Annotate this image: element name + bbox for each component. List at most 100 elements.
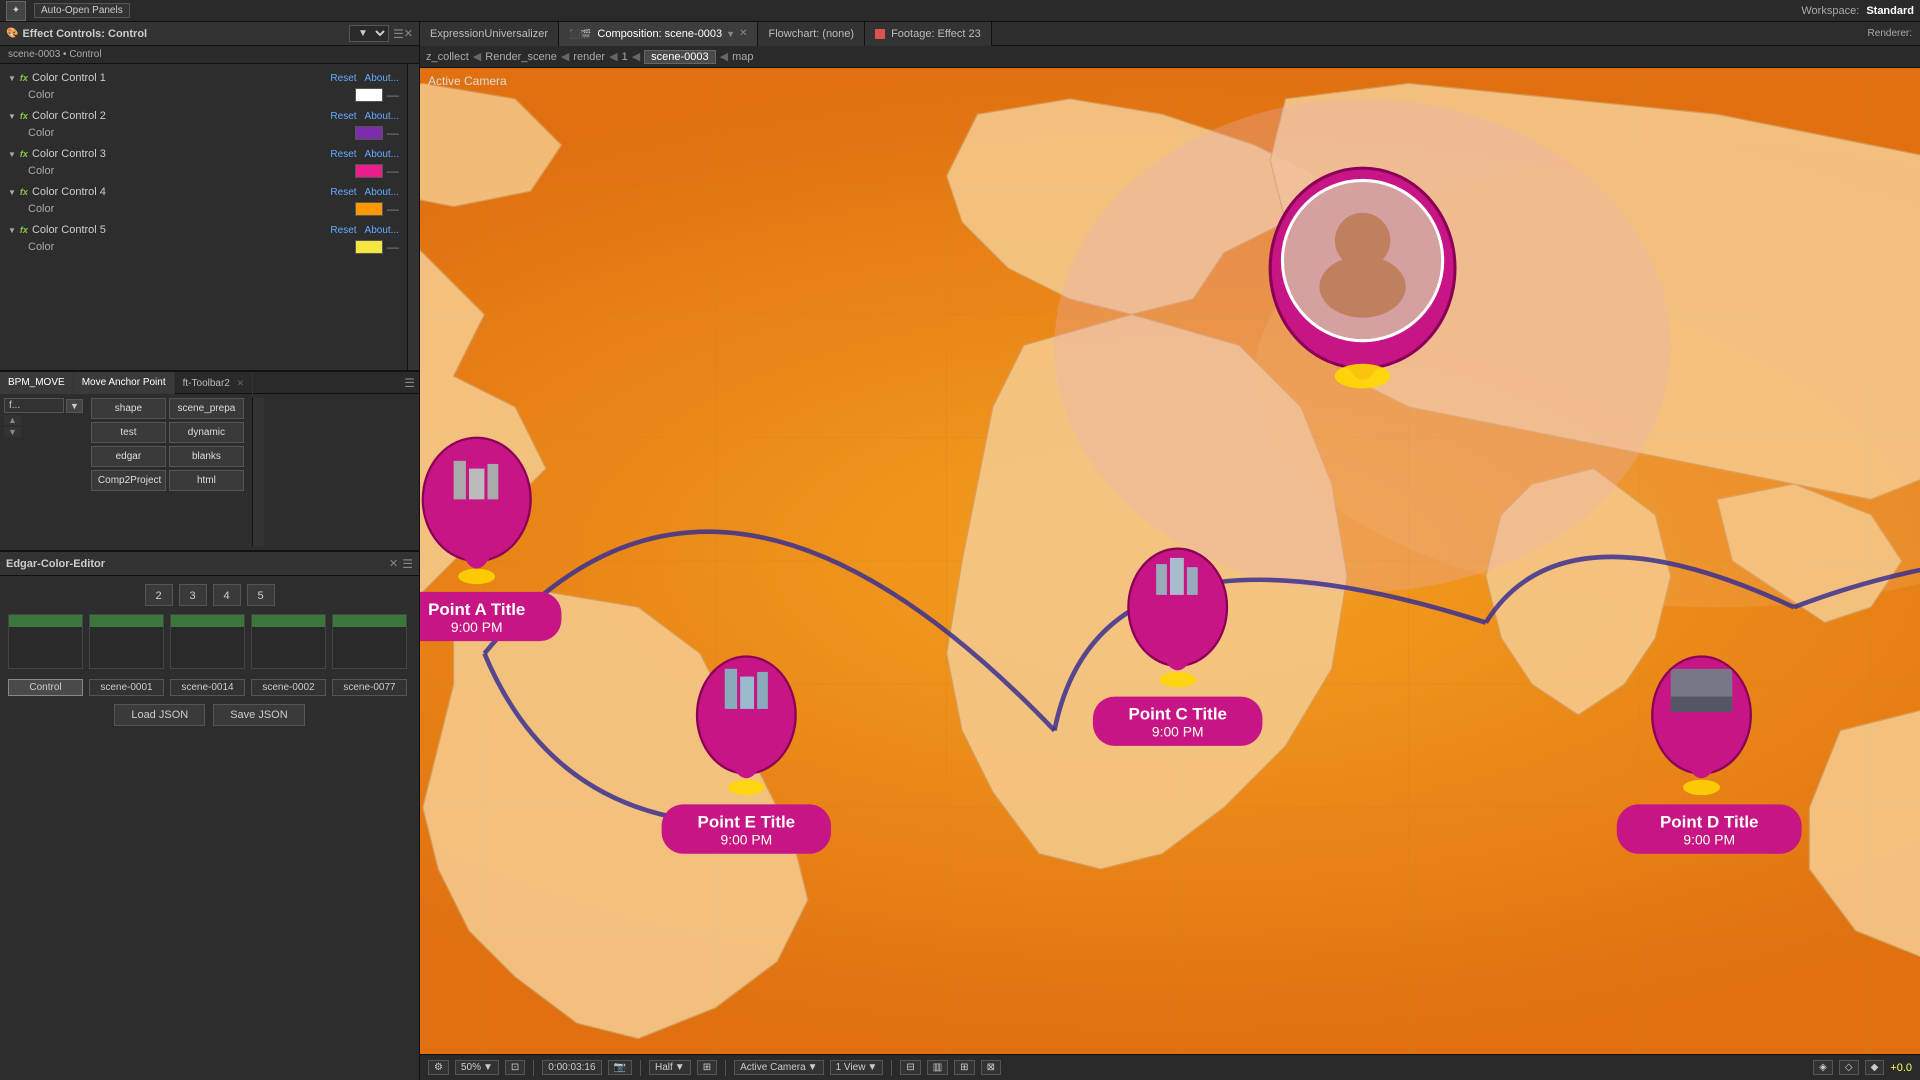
- about-btn-2[interactable]: About...: [365, 111, 399, 122]
- mask-btn[interactable]: ⊠: [981, 1060, 1001, 1075]
- about-btn-4[interactable]: About...: [365, 187, 399, 198]
- tab-comp-close[interactable]: ✕: [739, 22, 747, 46]
- tool-btn-comp2project[interactable]: Comp2Project: [91, 470, 166, 491]
- toolbar-scrollbar[interactable]: [252, 398, 264, 546]
- tab-footage[interactable]: Footage: Effect 23: [865, 22, 992, 46]
- scroll-down-arrow[interactable]: ▼: [4, 427, 21, 437]
- breadcrumb-render[interactable]: render: [573, 51, 605, 63]
- edgar-close-btn[interactable]: ✕: [389, 557, 398, 570]
- tab-bpm-move[interactable]: BPM_MOVE: [0, 372, 74, 394]
- scene-label-control[interactable]: Control: [8, 679, 83, 696]
- tool-btn-dynamic[interactable]: dynamic: [169, 422, 244, 443]
- color-swatch-4[interactable]: [355, 202, 383, 216]
- scene-thumb-control[interactable]: [8, 614, 83, 669]
- render-btn[interactable]: ▥: [927, 1060, 948, 1075]
- tool-btn-test[interactable]: test: [91, 422, 166, 443]
- color-control-5-header[interactable]: ▼ fx Color Control 5 Reset About...: [0, 222, 407, 238]
- draft-mode-btn[interactable]: ◇: [1839, 1060, 1859, 1075]
- color-control-3-header[interactable]: ▼ fx Color Control 3 Reset About...: [0, 146, 407, 162]
- color-dash-5[interactable]: —: [387, 240, 399, 254]
- color-control-2-header[interactable]: ▼ fx Color Control 2 Reset About...: [0, 108, 407, 124]
- color-row-2: Color —: [0, 124, 407, 142]
- scroll-up-arrow[interactable]: ▲: [4, 415, 21, 425]
- fit-frame-btn[interactable]: ⊡: [505, 1060, 525, 1075]
- panel-menu-icon[interactable]: ☰: [393, 27, 404, 41]
- color-swatch-3[interactable]: [355, 164, 383, 178]
- reset-btn-2[interactable]: Reset: [330, 111, 356, 122]
- breadcrumb-render-scene[interactable]: Render_scene: [485, 51, 557, 63]
- toolbar-menu-icon[interactable]: ☰: [404, 376, 415, 390]
- breadcrumb-scene-0003[interactable]: scene-0003: [644, 50, 716, 64]
- resolution-btn[interactable]: ⊞: [697, 1060, 717, 1075]
- about-btn-1[interactable]: About...: [365, 73, 399, 84]
- composition-tabs-row: ExpressionUniversalizer ⬛🎬 Composition: …: [420, 22, 1920, 46]
- tool-btn-edgar[interactable]: edgar: [91, 446, 166, 467]
- about-btn-5[interactable]: About...: [365, 225, 399, 236]
- camera-btn[interactable]: 📷: [608, 1060, 632, 1075]
- tool-btn-shape[interactable]: shape: [91, 398, 166, 419]
- quality-select-btn[interactable]: Half ▼: [649, 1060, 691, 1075]
- view-count-btn[interactable]: 1 View ▼: [830, 1060, 884, 1075]
- scene-thumb-0002[interactable]: [251, 614, 326, 669]
- active-camera-select-btn[interactable]: Active Camera ▼: [734, 1060, 823, 1075]
- load-json-btn[interactable]: Load JSON: [114, 704, 205, 726]
- comp-settings-btn[interactable]: ⚙: [428, 1060, 449, 1075]
- panel-close-btn[interactable]: ✕: [404, 27, 413, 40]
- scene-thumb-0001[interactable]: [89, 614, 164, 669]
- reset-btn-4[interactable]: Reset: [330, 187, 356, 198]
- breadcrumb-z-collect[interactable]: z_collect: [426, 51, 469, 63]
- toolbar-filter-dropdown-btn[interactable]: ▼: [66, 399, 83, 413]
- save-json-btn[interactable]: Save JSON: [213, 704, 304, 726]
- breadcrumb-1[interactable]: 1: [622, 51, 628, 63]
- color-swatch-2[interactable]: [355, 126, 383, 140]
- breadcrumb-map[interactable]: map: [732, 51, 753, 63]
- timecode-btn[interactable]: 0:00:03:16: [542, 1060, 601, 1075]
- scene-label-0014[interactable]: scene-0014: [170, 679, 245, 696]
- 3d-mode-btn[interactable]: ◆: [1865, 1060, 1885, 1075]
- color-row-1: Color —: [0, 86, 407, 104]
- color-control-4-header[interactable]: ▼ fx Color Control 4 Reset About...: [0, 184, 407, 200]
- reset-btn-3[interactable]: Reset: [330, 149, 356, 160]
- transfer-mode-btn[interactable]: ⊟: [900, 1060, 920, 1075]
- effect-controls-scrollbar[interactable]: [407, 64, 419, 370]
- page-btn-4[interactable]: 4: [213, 584, 241, 606]
- color-dash-3[interactable]: —: [387, 164, 399, 178]
- scene-thumb-0014[interactable]: [170, 614, 245, 669]
- page-btn-2[interactable]: 2: [145, 584, 173, 606]
- grid-btn[interactable]: ⊞: [954, 1060, 974, 1075]
- page-btn-5[interactable]: 5: [247, 584, 275, 606]
- scene-label-0077[interactable]: scene-0077: [332, 679, 407, 696]
- scene-label-0002[interactable]: scene-0002: [251, 679, 326, 696]
- toolbar-filter-input[interactable]: [4, 398, 64, 413]
- reset-btn-1[interactable]: Reset: [330, 73, 356, 84]
- auto-open-panels-btn[interactable]: Auto-Open Panels: [34, 3, 130, 18]
- about-btn-3[interactable]: About...: [365, 149, 399, 160]
- color-dash-4[interactable]: —: [387, 202, 399, 216]
- scene-label-0001[interactable]: scene-0001: [89, 679, 164, 696]
- tool-btn-blanks[interactable]: blanks: [169, 446, 244, 467]
- color-control-4-group: ▼ fx Color Control 4 Reset About... Colo…: [0, 182, 407, 220]
- tab-flowchart[interactable]: Flowchart: (none): [758, 22, 865, 46]
- tab-ft-toolbar2[interactable]: ft-Toolbar2 ✕: [175, 372, 254, 394]
- color-swatch-5[interactable]: [355, 240, 383, 254]
- tool-btn-scene-prepa[interactable]: scene_prepa: [169, 398, 244, 419]
- tab-expression-universalizer[interactable]: ExpressionUniversalizer: [420, 22, 559, 46]
- comp-dropdown-arrow[interactable]: ▼: [726, 22, 735, 46]
- tab-ft-toolbar2-close[interactable]: ✕: [237, 378, 245, 388]
- color-dash-2[interactable]: —: [387, 126, 399, 140]
- tab-move-anchor-point[interactable]: Move Anchor Point: [74, 372, 175, 394]
- page-btn-3[interactable]: 3: [179, 584, 207, 606]
- motion-blur-btn[interactable]: ◈: [1813, 1060, 1833, 1075]
- svg-text:Point E Title: Point E Title: [698, 813, 796, 832]
- scene-thumb-0077[interactable]: [332, 614, 407, 669]
- tab-composition-scene-0003[interactable]: ⬛🎬 Composition: scene-0003 ▼ ✕: [559, 22, 758, 46]
- color-dash-1[interactable]: —: [387, 88, 399, 102]
- reset-btn-5[interactable]: Reset: [330, 225, 356, 236]
- edgar-menu-icon[interactable]: ☰: [402, 557, 413, 571]
- color-control-1-header[interactable]: ▼ fx Color Control 1 Reset About...: [0, 70, 407, 86]
- zoom-select-btn[interactable]: 50% ▼: [455, 1060, 499, 1075]
- renderer-label: Renderer:: [1868, 28, 1920, 39]
- color-swatch-1[interactable]: [355, 88, 383, 102]
- tool-btn-html[interactable]: html: [169, 470, 244, 491]
- effect-controls-dropdown[interactable]: ▼: [349, 25, 389, 42]
